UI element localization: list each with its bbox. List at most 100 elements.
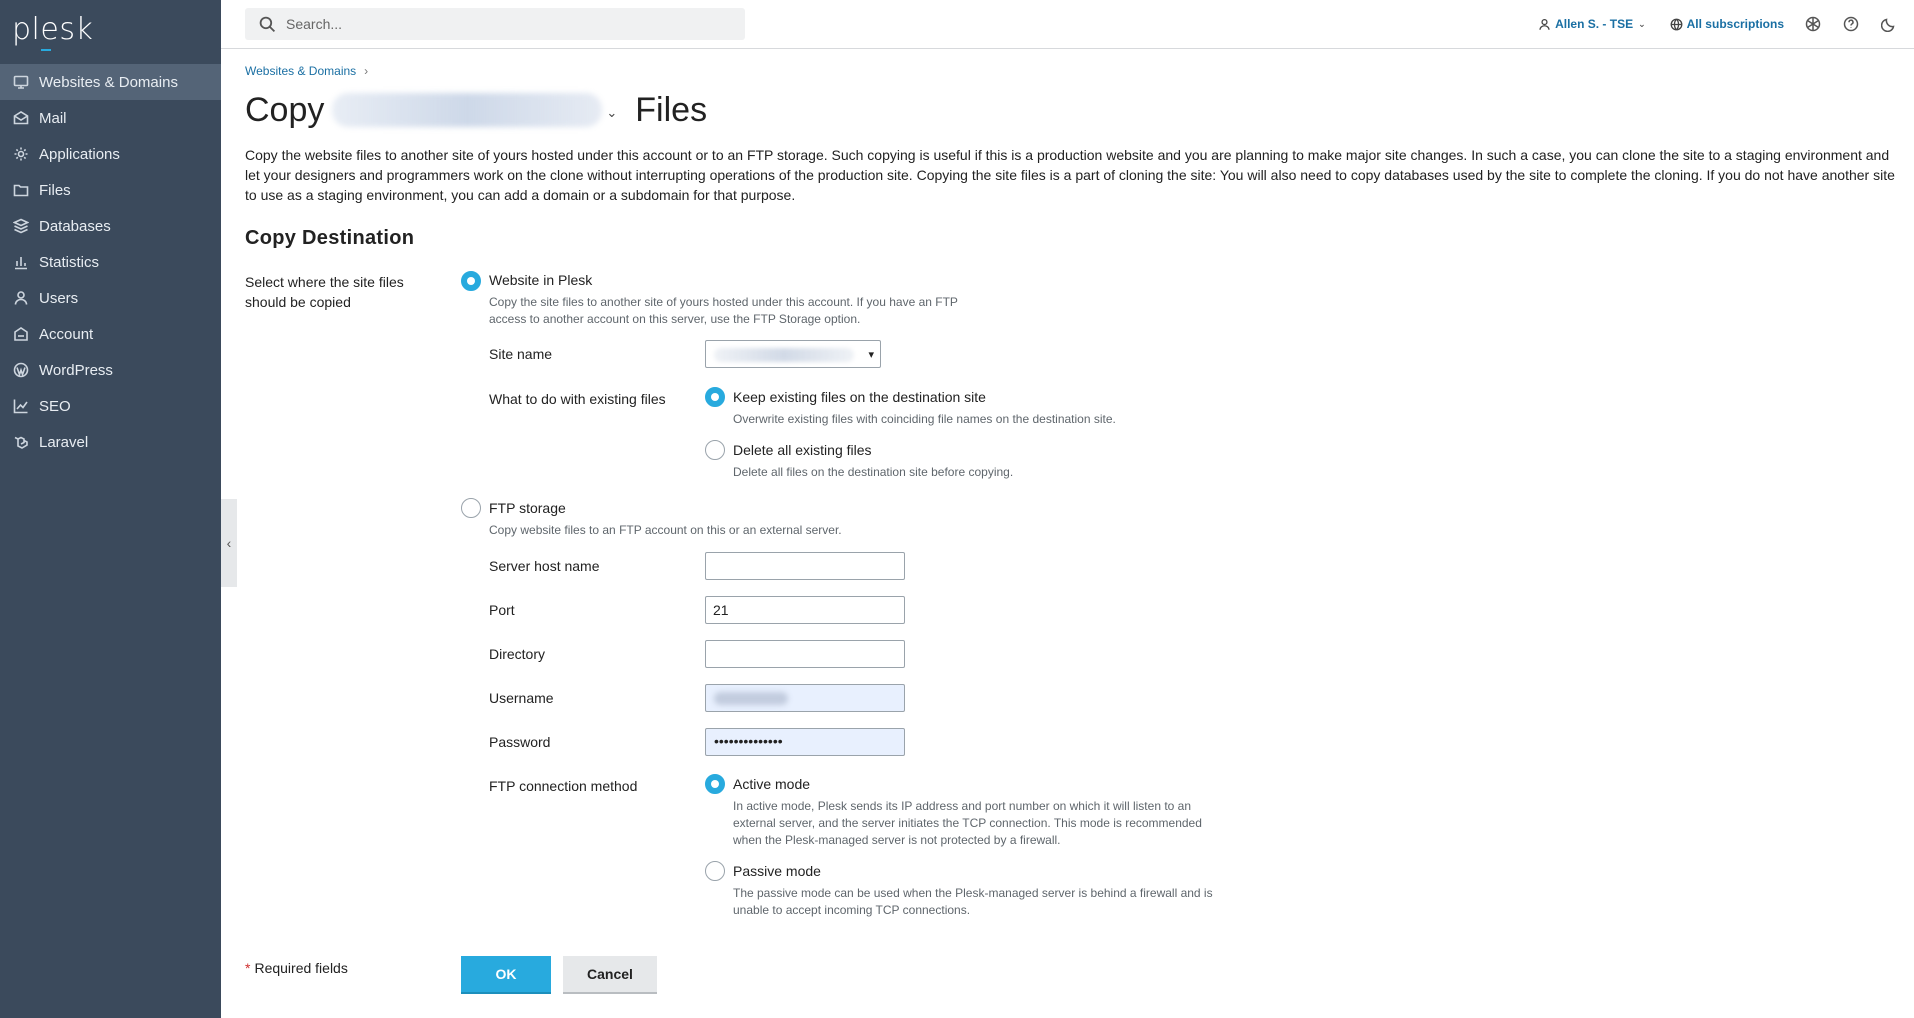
sidebar-item-seo[interactable]: SEO: [0, 388, 221, 424]
chevron-down-icon[interactable]: ⌄: [606, 105, 617, 121]
passive-mode-hint: The passive mode can be used when the Pl…: [733, 886, 1213, 917]
sidebar-item-label: Applications: [39, 145, 120, 163]
search-icon: [259, 16, 276, 32]
user-icon: [12, 289, 30, 307]
sidebar-item-users[interactable]: Users: [0, 280, 221, 316]
keep-existing-label[interactable]: Keep existing files on the destination s…: [733, 389, 986, 405]
sidebar-item-statistics[interactable]: Statistics: [0, 244, 221, 280]
site-name-label: Site name: [489, 346, 553, 362]
user-menu[interactable]: Allen S. - TSE ⌄: [1538, 17, 1646, 31]
required-fields-note: * Required fields: [245, 960, 348, 976]
sidebar: plesk Websites & Domains Mail Applicatio…: [0, 0, 221, 1018]
extensions-icon[interactable]: [1804, 15, 1822, 33]
chevron-down-icon: ⌄: [1638, 18, 1646, 29]
required-fields-text: Required fields: [254, 960, 348, 976]
domain-selector[interactable]: [332, 93, 603, 127]
laravel-icon: [12, 433, 30, 451]
server-host-label: Server host name: [489, 558, 600, 574]
sidebar-item-label: Laravel: [39, 433, 89, 451]
sidebar-item-label: Users: [39, 289, 79, 307]
intro-text: Copy the website files to another site o…: [245, 147, 1895, 203]
sidebar-item-databases[interactable]: Databases: [0, 208, 221, 244]
search-bar[interactable]: [245, 8, 745, 40]
search-input[interactable]: [286, 16, 726, 32]
user-name: Allen S. - TSE: [1555, 17, 1634, 31]
password-input[interactable]: ••••••••••••••: [705, 728, 905, 756]
cancel-button[interactable]: Cancel: [563, 956, 657, 994]
active-mode-radio[interactable]: [705, 774, 725, 794]
page-title: Copy ⌄ Files: [245, 87, 707, 133]
delete-existing-label[interactable]: Delete all existing files: [733, 442, 872, 458]
sidebar-item-label: Databases: [39, 217, 111, 235]
directory-label: Directory: [489, 646, 546, 662]
page-title-suffix: Files: [635, 90, 708, 129]
chevron-right-icon: ›: [364, 64, 369, 78]
sidebar-item-label: WordPress: [39, 361, 113, 379]
username-input[interactable]: [705, 684, 905, 712]
existing-files-label: What to do with existing files: [489, 391, 666, 407]
sidebar-item-label: Statistics: [39, 253, 100, 271]
help-icon[interactable]: [1842, 15, 1860, 33]
sidebar-item-laravel[interactable]: Laravel: [0, 424, 221, 460]
subscriptions-link[interactable]: All subscriptions: [1670, 17, 1784, 31]
breadcrumb-link[interactable]: Websites & Domains: [245, 64, 356, 78]
globe-icon: [1670, 18, 1683, 30]
sidebar-item-applications[interactable]: Applications: [0, 136, 221, 172]
website-in-plesk-radio[interactable]: [461, 271, 481, 291]
active-mode-label[interactable]: Active mode: [733, 776, 810, 792]
ftp-storage-hint: Copy website files to an FTP account on …: [489, 523, 842, 537]
port-input[interactable]: [705, 596, 905, 624]
breadcrumb: Websites & Domains ›: [245, 64, 368, 78]
sidebar-collapse-button[interactable]: ‹: [221, 499, 237, 587]
seo-icon: [12, 397, 30, 415]
dark-mode-icon[interactable]: [1880, 15, 1898, 33]
required-star: *: [245, 960, 251, 976]
section-title: Copy Destination: [245, 227, 415, 249]
sidebar-item-mail[interactable]: Mail: [0, 100, 221, 136]
ok-button[interactable]: OK: [461, 956, 551, 994]
ftp-storage-radio[interactable]: [461, 498, 481, 518]
passive-mode-radio[interactable]: [705, 861, 725, 881]
active-mode-hint: In active mode, Plesk sends its IP addre…: [733, 799, 1202, 847]
sidebar-item-files[interactable]: Files: [0, 172, 221, 208]
sidebar-item-label: Websites & Domains: [39, 73, 178, 91]
wordpress-icon: [12, 361, 30, 379]
sidebar-item-websites-domains[interactable]: Websites & Domains: [0, 64, 221, 100]
keep-existing-radio[interactable]: [705, 387, 725, 407]
ftp-method-label: FTP connection method: [489, 778, 638, 794]
ftp-storage-label[interactable]: FTP storage: [489, 500, 566, 516]
destination-label: Select where the site files should be co…: [245, 274, 404, 310]
user-icon: [1539, 18, 1550, 30]
delete-existing-radio[interactable]: [705, 440, 725, 460]
sidebar-item-label: Files: [39, 181, 71, 199]
account-icon: [12, 325, 30, 343]
database-icon: [12, 217, 30, 235]
bar-chart-icon: [12, 253, 30, 271]
passive-mode-label[interactable]: Passive mode: [733, 863, 821, 879]
website-in-plesk-label[interactable]: Website in Plesk: [489, 272, 592, 288]
monitor-icon: [12, 73, 30, 91]
topbar: Allen S. - TSE ⌄ All subscriptions: [221, 0, 1914, 49]
site-name-select[interactable]: ▾: [705, 340, 881, 368]
server-host-input[interactable]: [705, 552, 905, 580]
sidebar-item-wordpress[interactable]: WordPress: [0, 352, 221, 388]
delete-existing-hint: Delete all files on the destination site…: [733, 465, 1014, 479]
gear-icon: [12, 145, 30, 163]
website-in-plesk-hint: Copy the site files to another site of y…: [489, 295, 958, 326]
keep-existing-hint: Overwrite existing files with coinciding…: [733, 412, 1116, 426]
directory-input[interactable]: [705, 640, 905, 668]
port-label: Port: [489, 602, 515, 618]
username-label: Username: [489, 690, 554, 706]
password-label: Password: [489, 734, 551, 750]
plesk-logo[interactable]: plesk: [12, 12, 93, 47]
chevron-left-icon: ‹: [226, 535, 232, 551]
sidebar-item-account[interactable]: Account: [0, 316, 221, 352]
chevron-down-icon: ▾: [868, 348, 874, 361]
mail-icon: [12, 109, 30, 127]
sidebar-item-label: Account: [39, 325, 94, 343]
topbar-actions: Allen S. - TSE ⌄ All subscriptions: [1514, 0, 1898, 48]
password-mask: ••••••••••••••: [714, 733, 783, 749]
sidebar-item-label: Mail: [39, 109, 67, 127]
sidebar-nav: Websites & Domains Mail Applications Fil…: [0, 64, 221, 460]
folder-icon: [12, 181, 30, 199]
